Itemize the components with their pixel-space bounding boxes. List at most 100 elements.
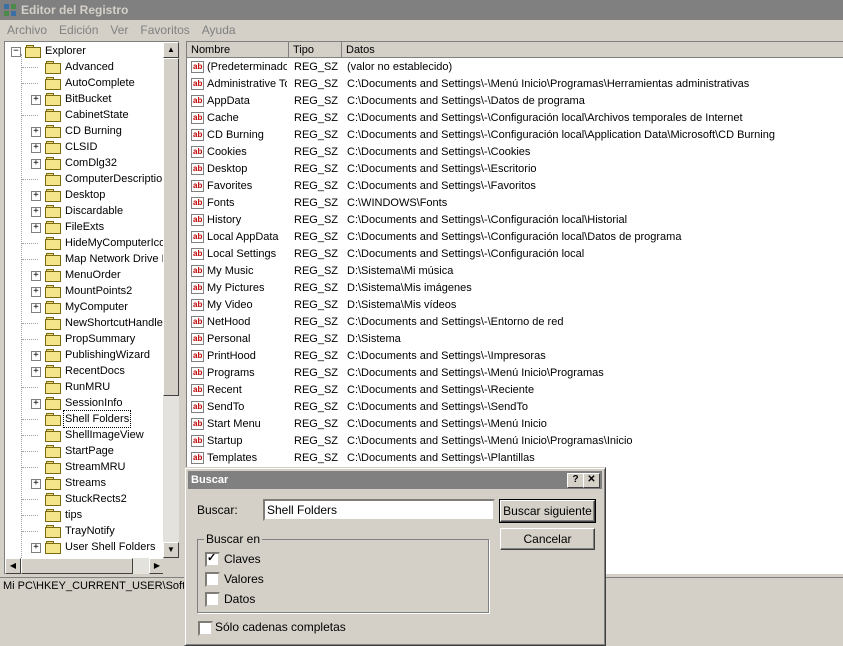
tree-item[interactable]: tips xyxy=(5,507,165,523)
cancel-button[interactable]: Cancelar xyxy=(500,528,595,550)
whole-string-checkbox[interactable] xyxy=(198,621,213,636)
tree-item[interactable]: CabinetState xyxy=(5,107,165,123)
tree-item[interactable]: + CLSID xyxy=(5,139,165,155)
expand-icon[interactable]: + xyxy=(31,399,41,409)
tree-item[interactable]: + SessionInfo xyxy=(5,395,165,411)
value-row[interactable]: ab Local AppData REG_SZ C:\Documents and Se… xyxy=(187,229,843,246)
value-row[interactable]: ab PrintHood REG_SZ C:\Documents and Settin… xyxy=(187,348,843,365)
tree-item[interactable]: Advanced xyxy=(5,59,165,75)
value-row[interactable]: ab My Music REG_SZ D:\Sistema\Mi música xyxy=(187,263,843,280)
close-button[interactable]: ✕ xyxy=(583,473,600,488)
column-header-nombre[interactable]: Nombre xyxy=(187,42,289,58)
tree-item[interactable]: + User Shell Folders xyxy=(5,539,165,555)
value-row[interactable]: ab Fonts REG_SZ C:\WINDOWS\Fonts xyxy=(187,195,843,212)
value-row[interactable]: ab Programs REG_SZ C:\Documents and Setting… xyxy=(187,365,843,382)
values-checkbox[interactable] xyxy=(205,572,220,587)
tree-item[interactable]: RunMRU xyxy=(5,379,165,395)
tree-item[interactable]: StartPage xyxy=(5,443,165,459)
menu-ayuda[interactable]: Ayuda xyxy=(196,23,242,37)
scroll-up-icon[interactable]: ▲ xyxy=(163,42,179,58)
keys-checkbox[interactable] xyxy=(205,551,220,567)
value-row[interactable]: abAdministrative Tools REG_SZ C:\Documents… xyxy=(187,76,843,93)
tree-item[interactable]: StreamMRU xyxy=(5,459,165,475)
find-dialog-titlebar: Buscar ? ✕ xyxy=(188,471,602,489)
value-row[interactable]: ab NetHood REG_SZ C:\Documents and Settings… xyxy=(187,314,843,331)
value-row[interactable]: ab Cache REG_SZ C:\Documents and Settings\-… xyxy=(187,110,843,127)
column-header-tipo[interactable]: Tipo xyxy=(289,42,342,58)
expand-icon[interactable]: + xyxy=(31,207,41,217)
tree-item[interactable]: + MountPoints2 xyxy=(5,283,165,299)
tree-scroll-thumb[interactable] xyxy=(163,58,179,396)
value-row[interactable]: ab My Pictures REG_SZ D:\Sistema\Mis imágen… xyxy=(187,280,843,297)
expand-icon[interactable]: + xyxy=(31,159,41,169)
value-row[interactable]: ab Recent REG_SZ C:\Documents and Settings\… xyxy=(187,382,843,399)
tree-item-label: StreamMRU xyxy=(65,461,126,473)
find-next-button[interactable]: Buscar siguiente xyxy=(499,499,596,523)
expand-icon[interactable]: + xyxy=(31,271,41,281)
menu-favoritos[interactable]: Favoritos xyxy=(134,23,195,37)
expand-icon[interactable]: + xyxy=(31,479,41,489)
data-checkbox[interactable] xyxy=(205,592,220,607)
tree-item[interactable]: + Streams xyxy=(5,475,165,491)
tree-item[interactable]: + ComDlg32 xyxy=(5,155,165,171)
tree-item[interactable]: + BitBucket xyxy=(5,91,165,107)
value-row[interactable]: ab Personal REG_SZ D:\Sistema xyxy=(187,331,843,348)
tree-horizontal-scrollbar[interactable]: ◀ ▶ xyxy=(5,558,165,574)
expand-icon[interactable]: + xyxy=(31,367,41,377)
tree-item[interactable]: TrayNotify xyxy=(5,523,165,539)
scroll-left-icon[interactable]: ◀ xyxy=(5,558,21,574)
scroll-down-icon[interactable]: ▼ xyxy=(163,542,179,558)
value-row[interactable]: ab CD Burning REG_SZ C:\Documents and Setti… xyxy=(187,127,843,144)
expand-icon[interactable]: + xyxy=(31,223,41,233)
value-row[interactable]: ab Start Menu REG_SZ C:\Documents and Setti… xyxy=(187,416,843,433)
value-row[interactable]: ab Cookies REG_SZ C:\Documents and Settings… xyxy=(187,144,843,161)
expand-icon[interactable]: + xyxy=(31,303,41,313)
tree-item[interactable]: − Explorer xyxy=(5,43,165,59)
tree-item[interactable]: + CD Burning xyxy=(5,123,165,139)
menu-edicion[interactable]: Edición xyxy=(53,23,104,37)
expand-icon[interactable]: + xyxy=(31,191,41,201)
tree-item[interactable]: + PublishingWizard xyxy=(5,347,165,363)
tree-item[interactable]: AutoComplete xyxy=(5,75,165,91)
value-row[interactable]: ab Local Settings REG_SZ C:\Documents and S… xyxy=(187,246,843,263)
tree-item[interactable]: + FileExts xyxy=(5,219,165,235)
value-row[interactable]: ab History REG_SZ C:\Documents and Settings… xyxy=(187,212,843,229)
tree-item[interactable]: PropSummary xyxy=(5,331,165,347)
help-button[interactable]: ? xyxy=(567,473,584,488)
tree-item[interactable]: NewShortcutHandlers xyxy=(5,315,165,331)
search-input[interactable]: Shell Folders xyxy=(263,499,495,521)
value-type: REG_SZ xyxy=(294,299,339,311)
tree-vertical-scrollbar[interactable]: ▲ ▼ xyxy=(163,42,179,558)
folder-icon xyxy=(45,237,61,250)
column-header-datos[interactable]: Datos xyxy=(342,42,843,58)
value-row[interactable]: ab AppData REG_SZ C:\Documents and Settings… xyxy=(187,93,843,110)
expand-icon[interactable]: + xyxy=(31,127,41,137)
value-row[interactable]: ab Startup REG_SZ C:\Documents and Settings… xyxy=(187,433,843,450)
tree-item[interactable]: + Discardable xyxy=(5,203,165,219)
value-row[interactable]: ab (Predeterminado) REG_SZ (valor no establ… xyxy=(187,59,843,76)
tree-item[interactable]: ShellImageView xyxy=(5,427,165,443)
value-row[interactable]: ab Desktop REG_SZ C:\Documents and Settings… xyxy=(187,161,843,178)
tree-item[interactable]: Shell Folders xyxy=(5,410,165,428)
tree-item[interactable]: StuckRects2 xyxy=(5,491,165,507)
expand-icon[interactable]: + xyxy=(31,95,41,105)
value-row[interactable]: ab My Video REG_SZ D:\Sistema\Mis vídeos xyxy=(187,297,843,314)
value-row[interactable]: ab SendTo REG_SZ C:\Documents and Settings\… xyxy=(187,399,843,416)
tree-item[interactable]: + Desktop xyxy=(5,187,165,203)
tree-hscroll-thumb[interactable] xyxy=(21,558,133,574)
menu-ver[interactable]: Ver xyxy=(104,23,134,37)
value-row[interactable]: ab Favorites REG_SZ C:\Documents and Settin… xyxy=(187,178,843,195)
tree-item[interactable]: Map Network Drive MRU xyxy=(5,251,165,267)
tree-item[interactable]: + RecentDocs xyxy=(5,363,165,379)
tree-item[interactable]: + MenuOrder xyxy=(5,267,165,283)
expand-icon[interactable]: + xyxy=(31,351,41,361)
value-row[interactable]: ab Templates REG_SZ C:\Documents and Settin… xyxy=(187,450,843,467)
menu-archivo[interactable]: Archivo xyxy=(0,23,53,37)
expand-icon[interactable]: + xyxy=(31,543,41,553)
tree-item[interactable]: ComputerDescriptions xyxy=(5,171,165,187)
expand-icon[interactable]: + xyxy=(31,287,41,297)
tree-item[interactable]: + MyComputer xyxy=(5,299,165,315)
expand-icon[interactable]: + xyxy=(31,143,41,153)
tree-item[interactable]: HideMyComputerIcons xyxy=(5,235,165,251)
collapse-icon[interactable]: − xyxy=(11,47,21,57)
